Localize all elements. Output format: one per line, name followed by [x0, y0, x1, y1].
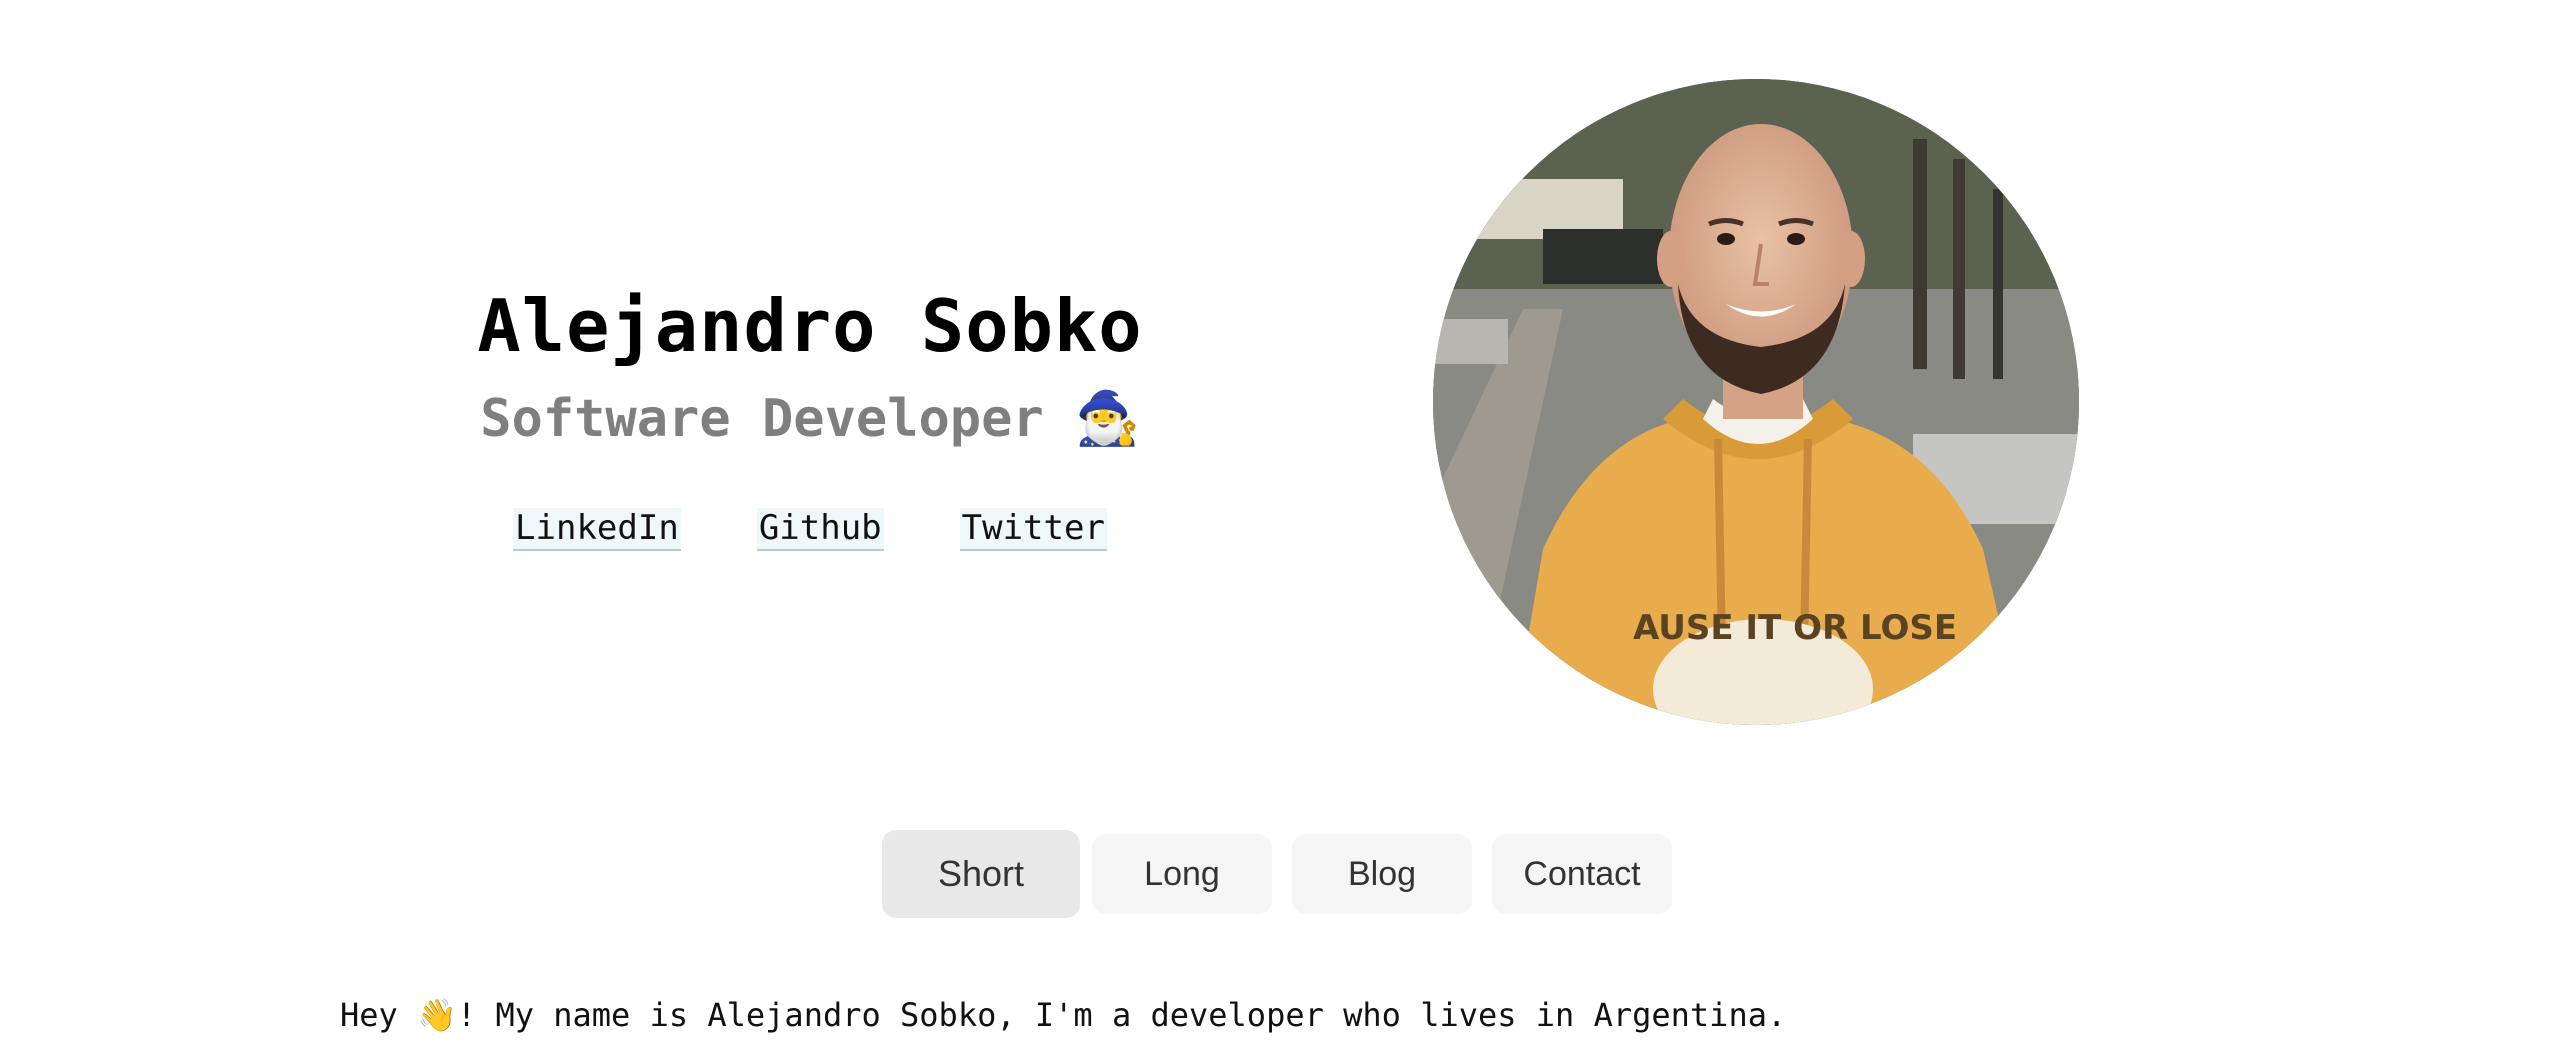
job-title: Software Developer 🧙‍♂️ [480, 388, 1140, 449]
content-tabs: Short Long Blog Contact [882, 830, 1672, 918]
page-title: Alejandro Sobko [477, 284, 1143, 368]
bio-text: Hey 👋! My name is Alejandro Sobko, I'm a… [340, 996, 1787, 1034]
avatar: AUSE IT OR LOSE [1433, 79, 2079, 725]
intro-section: Alejandro Sobko Software Developer 🧙‍♂️ … [460, 285, 1160, 551]
twitter-link[interactable]: Twitter [959, 507, 1107, 551]
github-link[interactable]: Github [756, 507, 884, 551]
avatar-photo: AUSE IT OR LOSE [1433, 79, 2079, 725]
tab-short[interactable]: Short [882, 830, 1080, 918]
tab-contact[interactable]: Contact [1492, 834, 1672, 914]
tab-blog[interactable]: Blog [1292, 834, 1472, 914]
linkedin-link[interactable]: LinkedIn [513, 507, 681, 551]
svg-text:AUSE IT OR LOSE: AUSE IT OR LOSE [1633, 608, 1957, 648]
tab-long[interactable]: Long [1092, 834, 1272, 914]
social-links: LinkedIn Github Twitter [460, 507, 1160, 551]
